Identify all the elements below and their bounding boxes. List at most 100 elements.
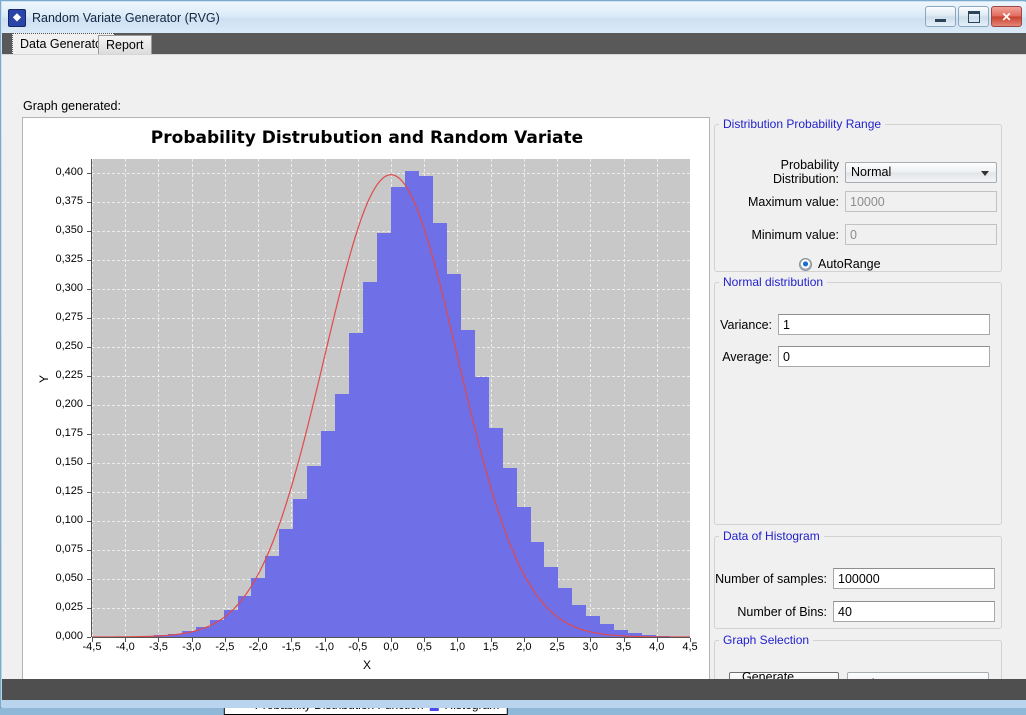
chart-title: Probability Distrubution and Random Vari… — [23, 128, 711, 148]
client-area: Data Generator Report Graph generated: P… — [2, 33, 1026, 679]
group-data-of-histogram: Data of Histogram Number of samples: 100… — [714, 529, 1002, 629]
x-tick-mark — [125, 638, 126, 642]
x-tick-mark — [158, 638, 159, 642]
y-tick-mark — [87, 202, 91, 203]
group-distribution-probability-range-legend: Distribution Probability Range — [719, 117, 885, 131]
variance-value: 1 — [783, 318, 790, 332]
status-bar — [2, 679, 1026, 700]
x-tick-mark — [192, 638, 193, 642]
number-of-bins-label: Number of Bins: — [715, 605, 827, 619]
close-icon: ✕ — [1001, 10, 1011, 24]
y-tick-mark — [87, 434, 91, 435]
y-tick-label: 0,100 — [23, 514, 83, 526]
window-title: Random Variate Generator (RVG) — [32, 11, 220, 25]
group-normal-distribution-legend: Normal distribution — [719, 275, 827, 289]
probability-distribution-value: Normal — [851, 165, 891, 179]
x-tick-mark — [225, 638, 226, 642]
window-controls: ✕ — [925, 6, 1022, 27]
y-tick-mark — [87, 550, 91, 551]
number-of-samples-input[interactable]: 100000 — [833, 568, 995, 589]
number-of-samples-label: Number of samples: — [715, 572, 827, 586]
y-tick-mark — [87, 608, 91, 609]
maximize-icon — [968, 11, 980, 23]
title-bar: ◆ Random Variate Generator (RVG) ✕ — [2, 2, 1026, 33]
y-tick-label: 0,125 — [23, 485, 83, 497]
minimize-icon — [935, 19, 946, 22]
average-input[interactable]: 0 — [778, 346, 990, 367]
y-axis-line — [91, 159, 92, 637]
chart-plot-area — [92, 159, 690, 637]
application-window: ◆ Random Variate Generator (RVG) ✕ Data … — [0, 0, 1026, 708]
x-tick-mark — [657, 638, 658, 642]
y-tick-mark — [87, 260, 91, 261]
tab-data-generator-label: Data Generator — [20, 37, 106, 51]
y-tick-label: 0,075 — [23, 543, 83, 555]
tab-content-data-generator: Graph generated: Probability Distrubutio… — [2, 54, 1026, 680]
autorange-radio[interactable]: AutoRange — [799, 257, 881, 271]
x-tick-mark — [391, 638, 392, 642]
x-tick-mark — [690, 638, 691, 642]
tab-report-label: Report — [106, 38, 144, 52]
y-tick-mark — [87, 405, 91, 406]
variance-input[interactable]: 1 — [778, 314, 990, 335]
pdf-curve — [92, 159, 690, 637]
minimize-button[interactable] — [925, 6, 956, 27]
group-normal-distribution: Normal distribution Variance: 1 Average:… — [714, 275, 1002, 525]
variance-label: Variance: — [715, 318, 772, 332]
y-tick-label: 0,400 — [23, 166, 83, 178]
x-tick-mark — [524, 638, 525, 642]
y-tick-label: 0,375 — [23, 195, 83, 207]
x-tick-mark — [291, 638, 292, 642]
number-of-samples-value: 100000 — [838, 572, 880, 586]
x-axis-title: X — [23, 658, 711, 672]
probability-distribution-select[interactable]: Normal — [845, 162, 997, 183]
y-tick-label: 0,200 — [23, 398, 83, 410]
chart-panel: Probability Distrubution and Random Vari… — [22, 117, 710, 706]
y-tick-mark — [87, 637, 91, 638]
y-tick-label: 0,350 — [23, 224, 83, 236]
tab-strip: Data Generator Report — [2, 33, 1026, 54]
x-tick-label: 4,5 — [670, 641, 710, 653]
radio-selected-icon — [799, 258, 812, 271]
average-value: 0 — [783, 350, 790, 364]
x-tick-mark — [624, 638, 625, 642]
minimum-value-input[interactable]: 0 — [845, 224, 997, 245]
y-tick-mark — [87, 463, 91, 464]
y-tick-label: 0,150 — [23, 456, 83, 468]
y-tick-mark — [87, 173, 91, 174]
group-data-of-histogram-legend: Data of Histogram — [719, 529, 824, 543]
y-tick-label: 0,250 — [23, 340, 83, 352]
y-axis-title: Y — [37, 375, 51, 383]
y-tick-mark — [87, 521, 91, 522]
y-tick-mark — [87, 347, 91, 348]
window-bottom-edge — [2, 700, 1026, 708]
number-of-bins-input[interactable]: 40 — [833, 601, 995, 622]
x-tick-mark — [457, 638, 458, 642]
y-tick-mark — [87, 376, 91, 377]
x-tick-mark — [258, 638, 259, 642]
x-tick-mark — [491, 638, 492, 642]
maximize-button[interactable] — [958, 6, 989, 27]
y-tick-label: 0,325 — [23, 253, 83, 265]
group-distribution-probability-range: Distribution Probability Range Probabili… — [714, 117, 1002, 272]
maximum-value-label: Maximum value: — [715, 195, 839, 209]
probability-distribution-label: Probability Distribution: — [715, 158, 839, 186]
minimum-value-label: Minimum value: — [715, 228, 839, 242]
x-tick-mark — [590, 638, 591, 642]
maximum-value-input[interactable]: 10000 — [845, 191, 997, 212]
y-tick-mark — [87, 289, 91, 290]
x-tick-mark — [358, 638, 359, 642]
average-label: Average: — [715, 350, 772, 364]
app-logo-icon: ◆ — [8, 9, 26, 27]
x-tick-mark — [325, 638, 326, 642]
y-tick-mark — [87, 231, 91, 232]
graph-generated-label: Graph generated: — [23, 99, 121, 113]
maximum-value-text: 10000 — [850, 195, 885, 209]
number-of-bins-value: 40 — [838, 605, 852, 619]
tab-report[interactable]: Report — [98, 35, 152, 54]
y-tick-label: 0,275 — [23, 311, 83, 323]
y-tick-label: 0,225 — [23, 369, 83, 381]
y-tick-label: 0,175 — [23, 427, 83, 439]
settings-column: Distribution Probability Range Probabili… — [714, 117, 1008, 706]
close-button[interactable]: ✕ — [991, 6, 1022, 27]
